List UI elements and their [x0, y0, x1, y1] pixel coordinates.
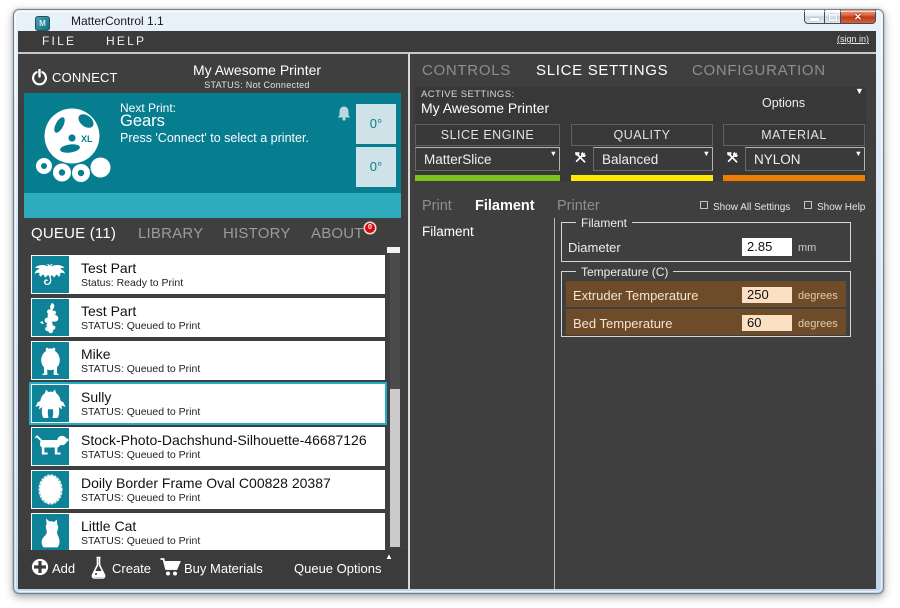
svg-text:XL: XL: [81, 134, 93, 144]
